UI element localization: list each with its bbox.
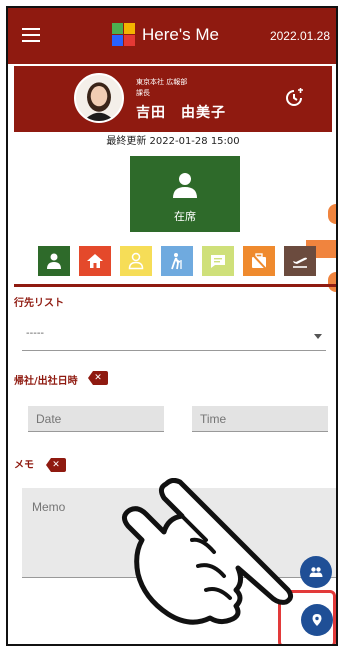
person-outline-icon — [128, 252, 144, 270]
department: 東京本社 広報部 — [136, 78, 188, 86]
role: 課長 — [136, 89, 150, 97]
app-bar: Here's Me 2022.01.28 — [8, 8, 336, 64]
app-logo: Here's Me — [112, 23, 219, 47]
clear-datetime-button[interactable]: ✕ — [88, 371, 108, 385]
history-icon[interactable] — [284, 88, 304, 108]
last-updated: 最終更新 2022-01-28 15:00 — [106, 136, 240, 147]
time-input[interactable] — [198, 411, 322, 427]
status-off-button[interactable] — [243, 246, 275, 276]
walking-icon — [171, 253, 182, 270]
return-datetime-label: 帰社/出社日時 — [14, 376, 78, 387]
status-departure-button[interactable] — [284, 246, 316, 276]
header-date: 2022.01.28 — [269, 29, 330, 43]
pointing-hand-icon — [122, 478, 294, 625]
status-person-outline-button[interactable] — [120, 246, 152, 276]
work-off-icon — [251, 253, 267, 270]
flight-takeoff-icon — [293, 257, 307, 268]
clear-memo-button[interactable]: ✕ — [46, 458, 66, 472]
location-pin-icon — [312, 614, 322, 626]
menu-icon[interactable] — [22, 28, 40, 42]
current-status-button[interactable]: 在席 — [130, 156, 240, 232]
user-name: 吉田 由美子 — [136, 105, 226, 121]
destination-select[interactable]: ----- — [22, 322, 326, 351]
side-decoration — [328, 204, 336, 224]
chat-icon — [211, 255, 225, 268]
destination-value: ----- — [26, 328, 45, 339]
divider — [14, 284, 336, 287]
status-home-button[interactable] — [79, 246, 111, 276]
avatar — [74, 73, 124, 123]
time-field[interactable] — [192, 406, 328, 432]
destination-label: 行先リスト — [14, 298, 64, 309]
status-chat-button[interactable] — [202, 246, 234, 276]
home-icon — [87, 254, 103, 268]
status-button-row — [38, 246, 325, 276]
profile-card: 東京本社 広報部 課長 吉田 由美子 — [14, 66, 332, 132]
status-present-button[interactable] — [38, 246, 70, 276]
side-decoration — [328, 272, 336, 292]
date-field[interactable] — [28, 406, 164, 432]
chevron-down-icon — [314, 334, 322, 339]
app-title: Here's Me — [142, 25, 219, 44]
person-icon — [47, 253, 61, 269]
date-input[interactable] — [34, 411, 158, 427]
status-walking-button[interactable] — [161, 246, 193, 276]
group-icon — [309, 567, 323, 577]
logo-icon — [112, 23, 136, 47]
current-status-label: 在席 — [174, 210, 196, 223]
person-icon — [170, 170, 200, 200]
memo-label: メモ — [14, 460, 34, 471]
app-frame: Here's Me 2022.01.28 東京本社 広報部 課長 吉田 由美子 … — [6, 6, 338, 646]
